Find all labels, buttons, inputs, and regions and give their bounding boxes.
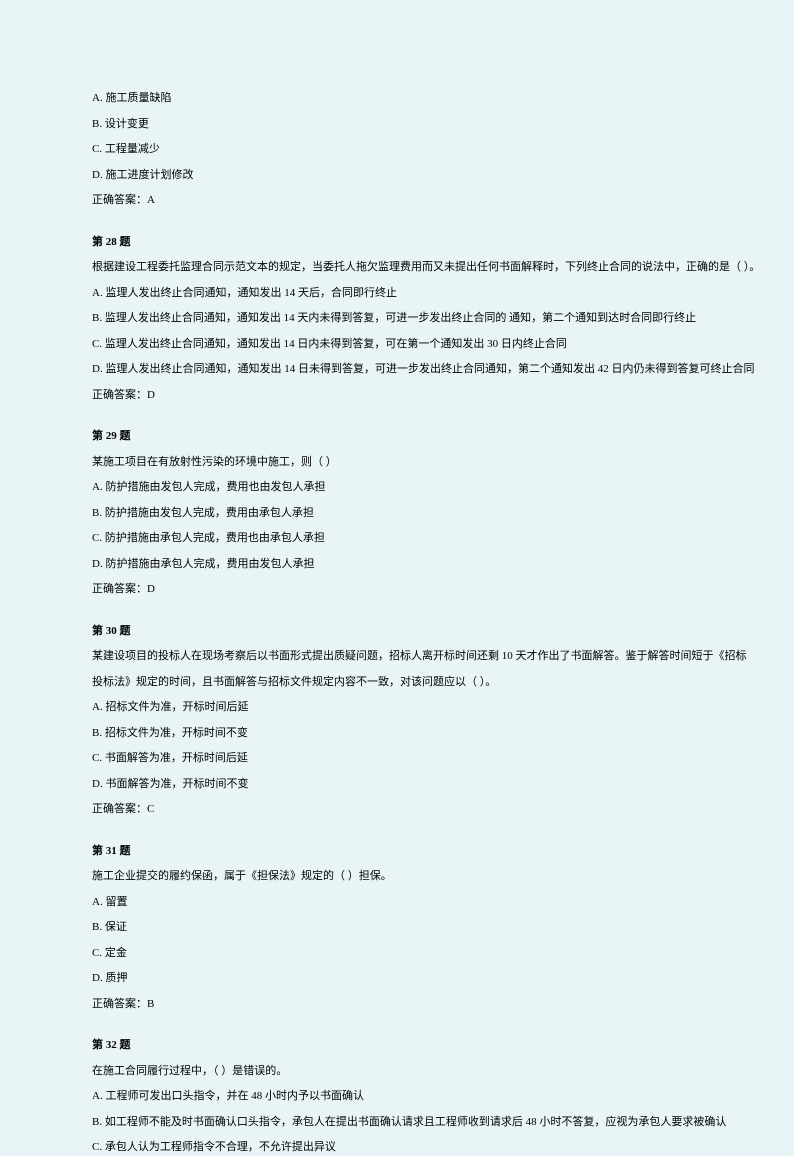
q31-option-c: C. 定金 [92,945,702,962]
q32-stem: 在施工合同履行过程中，（ ）是错误的。 [92,1063,702,1080]
q32-option-a: A. 工程师可发出口头指令，并在 48 小时内予以书面确认 [92,1088,702,1105]
q27-option-d: D. 施工进度计划修改 [92,167,702,184]
q29-option-d: D. 防护措施由承包人完成，费用由发包人承担 [92,556,702,573]
q29-option-c: C. 防护措施由承包人完成，费用也由承包人承担 [92,530,702,547]
q31-answer: 正确答案：B [92,996,702,1013]
q28-title: 第 28 题 [92,234,702,251]
q31-option-d: D. 质押 [92,970,702,987]
q30-stem-2: 投标法》规定的时间，且书面解答与招标文件规定内容不一致，对该问题应以（ ）。 [92,674,702,691]
q27-option-c: C. 工程量减少 [92,141,702,158]
q27-option-a: A. 施工质量缺陷 [92,90,702,107]
q30-option-b: B. 招标文件为准，开标时间不变 [92,725,702,742]
q31-option-a: A. 留置 [92,894,702,911]
q29-option-b: B. 防护措施由发包人完成，费用由承包人承担 [92,505,702,522]
q27-option-b: B. 设计变更 [92,116,702,133]
q28-option-b: B. 监理人发出终止合同通知，通知发出 14 天内未得到答复，可进一步发出终止合… [92,310,702,327]
q30-option-a: A. 招标文件为准，开标时间后延 [92,699,702,716]
q29-stem: 某施工项目在有放射性污染的环境中施工，则（ ） [92,454,702,471]
q32-option-b: B. 如工程师不能及时书面确认口头指令，承包人在提出书面确认请求且工程师收到请求… [92,1114,702,1131]
q28-answer: 正确答案：D [92,387,702,404]
q31-title: 第 31 题 [92,843,702,860]
q28-option-a: A. 监理人发出终止合同通知，通知发出 14 天后，合同即行终止 [92,285,702,302]
q29-option-a: A. 防护措施由发包人完成，费用也由发包人承担 [92,479,702,496]
q31-option-b: B. 保证 [92,919,702,936]
q30-option-d: D. 书面解答为准，开标时间不变 [92,776,702,793]
q31-stem: 施工企业提交的履约保函，属于《担保法》规定的（ ）担保。 [92,868,702,885]
q30-title: 第 30 题 [92,623,702,640]
q28-option-c: C. 监理人发出终止合同通知，通知发出 14 日内未得到答复，可在第一个通知发出… [92,336,702,353]
q30-stem-1: 某建设项目的投标人在现场考察后以书面形式提出质疑问题，招标人离开标时间还剩 10… [92,648,702,665]
q32-option-c: C. 承包人认为工程师指令不合理，不允许提出异议 [92,1139,702,1156]
q28-stem: 根据建设工程委托监理合同示范文本的规定，当委托人拖欠监理费用而又未提出任何书面解… [92,259,702,276]
q29-title: 第 29 题 [92,428,702,445]
q27-answer: 正确答案：A [92,192,702,209]
q28-option-d: D. 监理人发出终止合同通知，通知发出 14 日未得到答复，可进一步发出终止合同… [92,361,702,378]
q32-title: 第 32 题 [92,1037,702,1054]
q30-answer: 正确答案：C [92,801,702,818]
q30-option-c: C. 书面解答为准，开标时间后延 [92,750,702,767]
q29-answer: 正确答案：D [92,581,702,598]
